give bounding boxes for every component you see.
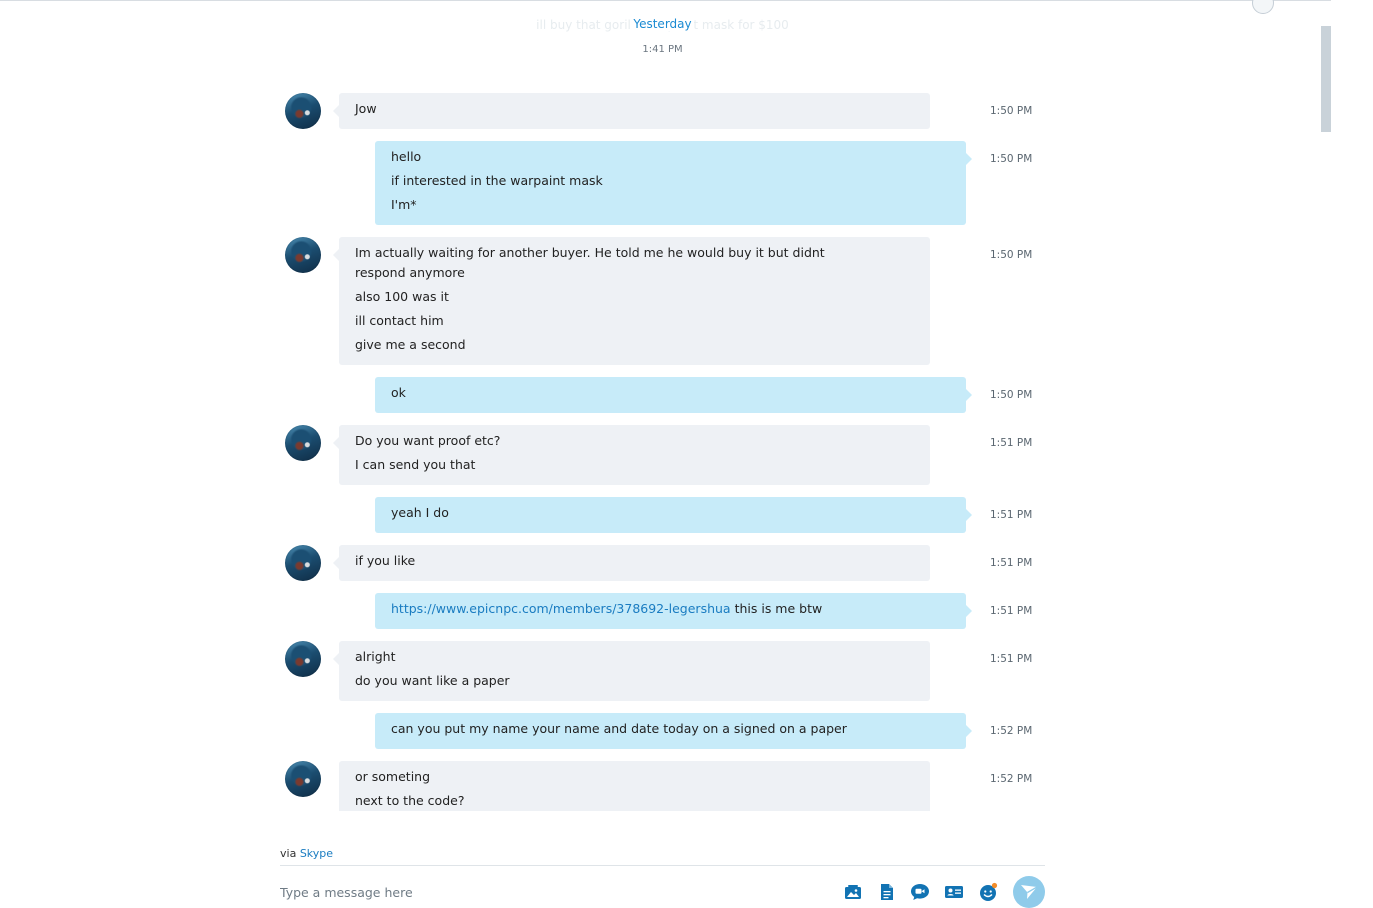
date-time: 1:41 PM <box>642 44 683 55</box>
contact-avatar[interactable] <box>285 761 321 797</box>
message-text: hello <box>391 149 422 164</box>
message-timestamp: 1:51 PM <box>990 437 1033 449</box>
message-text: Im actually waiting for another buyer. H… <box>355 245 825 280</box>
message-bubble-outgoing[interactable]: can you put my name your name and date t… <box>375 713 972 749</box>
message-timestamp: 1:52 PM <box>990 773 1033 785</box>
file-icon[interactable] <box>877 882 897 902</box>
message-text: yeah I do <box>391 505 449 520</box>
message-text: next to the code? <box>355 793 465 808</box>
message-text: alright <box>355 649 396 664</box>
message-text: if you like <box>355 553 416 568</box>
message-text: https://www.epicnpc.com/members/378692-l… <box>391 597 950 621</box>
message-timestamp: 1:51 PM <box>990 605 1033 617</box>
message-bubble-incoming[interactable]: Do you want proof etc? I can send you th… <box>333 425 930 485</box>
compose-divider <box>280 865 1045 866</box>
message-text: ill contact him <box>355 313 444 328</box>
message-timestamp: 1:52 PM <box>990 725 1033 737</box>
message-bubble-outgoing[interactable]: ok <box>375 377 972 413</box>
via-label: via Skype <box>280 847 334 860</box>
via-skype-link[interactable]: Skype <box>300 847 333 860</box>
message-text: or someting <box>355 769 431 784</box>
message-timestamp: 1:50 PM <box>990 153 1033 165</box>
message-bubble-incoming[interactable]: or someting next to the code? <box>339 761 930 811</box>
message-text: Jow <box>355 101 377 116</box>
message-timestamp: 1:51 PM <box>990 557 1033 569</box>
media-gallery-icon[interactable] <box>843 882 863 902</box>
scrollbar-thumb[interactable] <box>1321 26 1331 132</box>
message-timestamp: 1:50 PM <box>990 389 1033 401</box>
profile-link[interactable]: https://www.epicnpc.com/members/378692-l… <box>391 601 731 616</box>
date-separator: ill buy that gorilla warpaint mask for $… <box>280 14 1045 58</box>
send-icon <box>1020 884 1038 900</box>
message-text: give me a second <box>355 337 466 352</box>
contact-avatar[interactable] <box>285 425 321 461</box>
message-bubble-outgoing[interactable]: https://www.epicnpc.com/members/378692-l… <box>375 593 972 629</box>
contact-avatar[interactable] <box>285 545 321 581</box>
message-bubble-outgoing[interactable]: hello if interested in the warpaint mask… <box>375 141 972 225</box>
date-label: Yesterday <box>631 17 694 31</box>
contact-avatar[interactable] <box>285 641 321 677</box>
emoticon-icon[interactable] <box>978 882 998 902</box>
message-timestamp: 1:50 PM <box>990 105 1033 117</box>
message-bubble-incoming[interactable]: alright do you want like a paper <box>333 641 930 701</box>
message-text: Do you want proof etc? <box>355 433 501 448</box>
top-divider <box>0 0 1331 1</box>
video-message-icon[interactable] <box>910 882 930 902</box>
message-text: ok <box>391 385 406 400</box>
message-bubble-incoming[interactable]: Im actually waiting for another buyer. H… <box>333 237 930 365</box>
message-input[interactable] <box>280 882 800 902</box>
message-timestamp: 1:51 PM <box>990 509 1033 521</box>
contact-avatar[interactable] <box>285 237 321 273</box>
contact-avatar[interactable] <box>285 93 321 129</box>
message-text: if interested in the warpaint mask <box>391 173 603 188</box>
message-text: do you want like a paper <box>355 673 510 688</box>
send-button[interactable] <box>1013 876 1045 908</box>
message-text: can you put my name your name and date t… <box>391 721 847 736</box>
profile-avatar-partial[interactable] <box>1252 0 1274 14</box>
message-bubble-outgoing[interactable]: yeah I do <box>375 497 972 533</box>
message-timestamp: 1:51 PM <box>990 653 1033 665</box>
message-text-after-link: this is me btw <box>730 601 823 616</box>
message-timestamp: 1:50 PM <box>990 249 1033 261</box>
message-bubble-incoming[interactable]: Jow <box>333 93 930 129</box>
contact-card-icon[interactable] <box>944 882 964 902</box>
message-text: also 100 was it <box>355 289 449 304</box>
message-text: I can send you that <box>355 457 476 472</box>
message-text: I'm* <box>391 197 417 212</box>
message-bubble-incoming[interactable]: if you like <box>333 545 930 581</box>
